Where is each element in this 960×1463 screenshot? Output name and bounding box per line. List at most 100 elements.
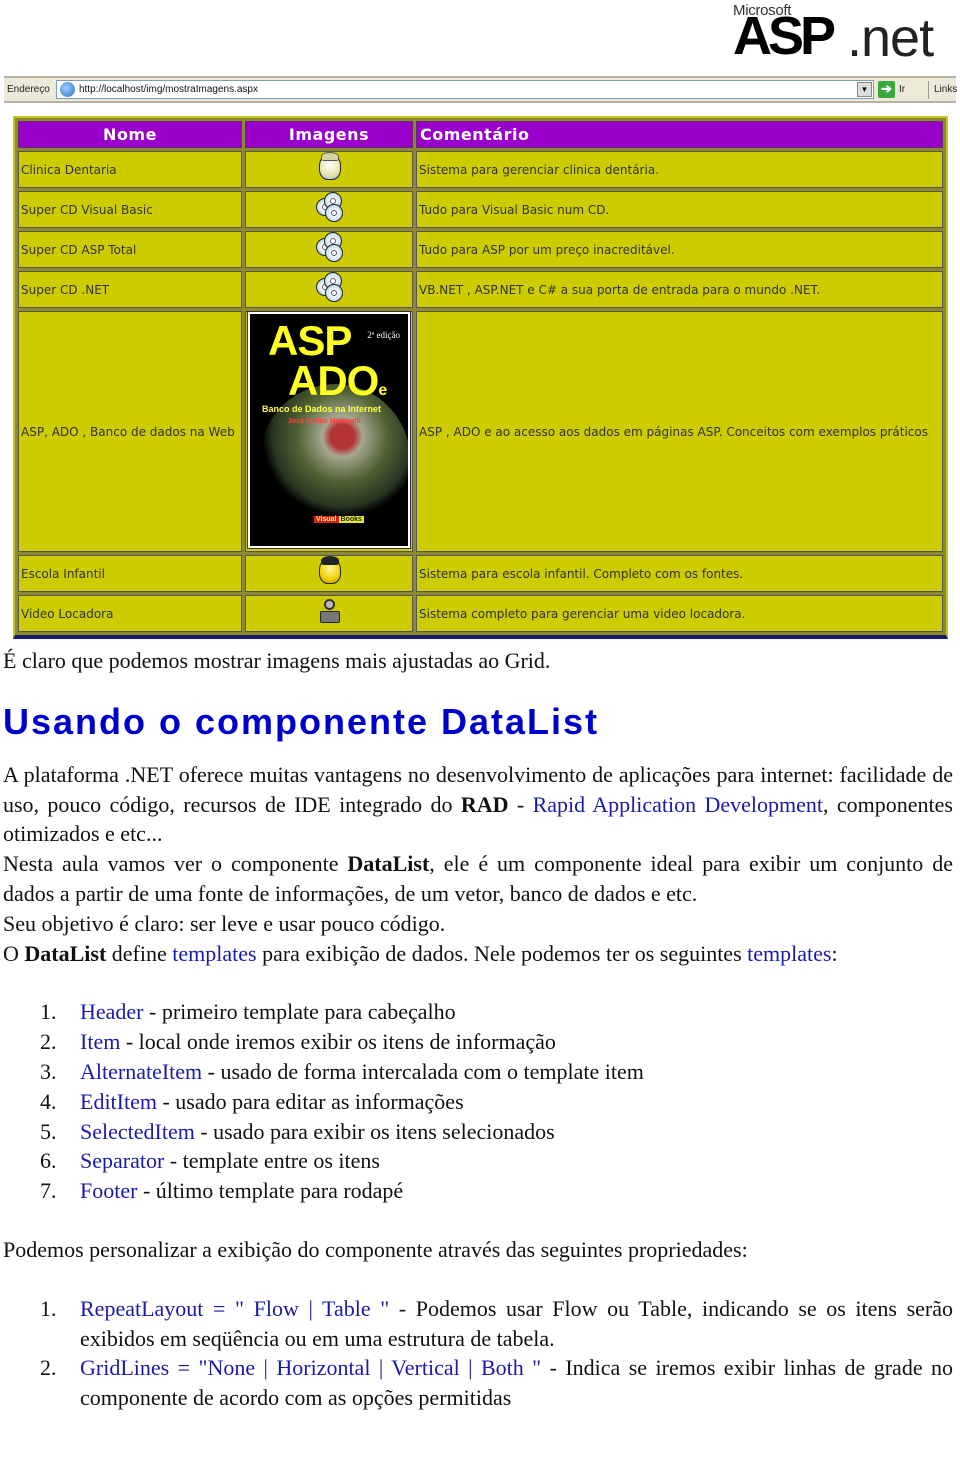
- cell-comentario: VB.NET , ASP.NET e C# a sua porta de ent…: [416, 271, 943, 308]
- paragraph-datalist-intro: Nesta aula vamos ver o componente DataLi…: [3, 849, 953, 909]
- list-number: 2.: [40, 1355, 57, 1381]
- list-number: 1.: [40, 1295, 57, 1321]
- cell-nome: Super CD ASP Total: [18, 231, 242, 268]
- products-datagrid: Nome Imagens Comentário Clinica Dentaria…: [13, 116, 948, 639]
- cell-comentario: Sistema completo para gerenciar uma vide…: [416, 595, 943, 632]
- list-item: 5. SelectedItem - usado para exibir os it…: [40, 1117, 953, 1147]
- cell-comentario: ASP , ADO e ao acesso aos dados em págin…: [416, 311, 943, 552]
- paragraph-objective: Seu objetivo é claro: ser leve e usar po…: [3, 910, 446, 936]
- header-comentario: Comentário: [416, 121, 943, 148]
- template-link[interactable]: AlternateItem: [80, 1059, 202, 1084]
- text: -: [508, 791, 533, 817]
- school-kid-icon: [312, 556, 346, 588]
- cell-imagem: [245, 555, 413, 592]
- intro-paragraph: É claro que podemos mostrar imagens mais…: [3, 648, 551, 673]
- template-link[interactable]: Header: [80, 999, 144, 1024]
- cell-imagem: [245, 231, 413, 268]
- book-edition: 2ª edição: [367, 330, 400, 340]
- list-item: 2. GridLines = "None | Horizontal | Verti…: [40, 1353, 953, 1413]
- template-link[interactable]: Separator: [80, 1148, 164, 1173]
- book-cover-image: ASP 2ª edição ADOe Banco de Dados na Int…: [247, 311, 411, 549]
- bold-datalist: DataList: [347, 851, 430, 877]
- cd-stack-icon: [312, 272, 346, 304]
- publisher-part-2: Books: [338, 516, 364, 523]
- property-link[interactable]: RepeatLayout = " Flow | Table ": [80, 1296, 389, 1321]
- toolbar-separator: [928, 81, 929, 99]
- cell-imagem: ASP 2ª edição ADOe Banco de Dados na Int…: [245, 311, 413, 552]
- template-desc: - primeiro template para cabeçalho: [143, 999, 456, 1025]
- cell-comentario: Tudo para ASP por um preço inacreditável…: [416, 231, 943, 268]
- table-row: Super CD Visual Basic Tudo para Visual B…: [18, 191, 943, 228]
- template-desc: - usado para exibir os itens selecionado…: [194, 1118, 555, 1144]
- cell-imagem: [245, 191, 413, 228]
- table-row: Super CD ASP Total Tudo para ASP por um …: [18, 231, 943, 268]
- address-label: Endereço: [7, 84, 50, 95]
- cd-stack-icon: [312, 232, 346, 264]
- paragraph-properties: Podemos personalizar a exibição do compo…: [3, 1236, 748, 1262]
- header-imagens: Imagens: [245, 121, 413, 148]
- list-number: 5.: [40, 1118, 57, 1144]
- link-templates[interactable]: templates: [172, 941, 256, 966]
- table-row: Clinica Dentaria Sistema para gerenciar …: [18, 151, 943, 188]
- list-item: 2. Item - local onde iremos exibir os ite…: [40, 1027, 953, 1057]
- book-title-conj: e: [378, 382, 387, 399]
- cell-imagem: [245, 271, 413, 308]
- list-number: 2.: [40, 1029, 57, 1055]
- properties-list: 1. RepeatLayout = " Flow | Table " - Pode…: [40, 1294, 953, 1413]
- link-rapid-application-development[interactable]: Rapid Application Development: [533, 792, 823, 817]
- property-link[interactable]: GridLines = "None | Horizontal | Vertica…: [80, 1355, 541, 1380]
- list-item: 4. EditItem - usado para editar as inform…: [40, 1087, 953, 1117]
- book-title-line1: ASP: [268, 317, 352, 364]
- go-button-label[interactable]: Ir: [899, 84, 905, 95]
- template-link[interactable]: SelectedItem: [80, 1119, 195, 1144]
- list-number: 1.: [40, 999, 57, 1025]
- template-desc: - último template para rodapé: [137, 1178, 404, 1204]
- list-number: 7.: [40, 1178, 57, 1204]
- go-arrow-icon[interactable]: ➔: [878, 81, 895, 98]
- cell-comentario: Tudo para Visual Basic num CD.: [416, 191, 943, 228]
- cell-comentario: Sistema para escola infantil. Completo c…: [416, 555, 943, 592]
- address-url[interactable]: http://localhost/img/mostraImagens.aspx: [79, 84, 258, 95]
- template-desc: - template entre os itens: [164, 1148, 380, 1174]
- header-nome: Nome: [18, 121, 242, 148]
- cell-nome: Clinica Dentaria: [18, 151, 242, 188]
- list-number: 4.: [40, 1088, 57, 1114]
- grid-header-row: Nome Imagens Comentário: [18, 121, 943, 148]
- list-item: 1. Header - primeiro template para cabeça…: [40, 997, 953, 1027]
- template-desc: - usado para editar as informações: [156, 1088, 464, 1114]
- text: O: [3, 940, 25, 966]
- list-number: 3.: [40, 1058, 57, 1084]
- book-author: José Carlos Macoratti: [288, 418, 361, 425]
- template-link[interactable]: EditItem: [80, 1089, 157, 1114]
- logo-asp-text: ASP: [733, 6, 836, 66]
- cell-nome: ASP, ADO , Banco de dados na Web: [18, 311, 242, 552]
- table-row: Escola Infantil Sistema para escola infa…: [18, 555, 943, 592]
- template-desc: - usado de forma intercalada com o templ…: [202, 1058, 644, 1084]
- template-link[interactable]: Item: [80, 1029, 120, 1054]
- section-heading: Usando o componente DataList: [3, 700, 600, 742]
- dental-cartoon-icon: [312, 152, 346, 184]
- book-title-ado: ADO: [288, 357, 379, 404]
- publisher-part-1: Visual: [314, 516, 339, 523]
- cell-imagem: [245, 151, 413, 188]
- text: define: [106, 940, 173, 966]
- paragraph-platform: A plataforma .NET oferece muitas vantage…: [3, 760, 953, 849]
- logo-net-text: .net: [847, 8, 934, 68]
- bold-rad: RAD: [460, 791, 509, 817]
- cell-nome: Super CD Visual Basic: [18, 191, 242, 228]
- address-input[interactable]: http://localhost/img/mostraImagens.aspx …: [56, 80, 874, 99]
- table-row: Super CD .NET VB.NET , ASP.NET e C# a su…: [18, 271, 943, 308]
- paragraph-templates: O DataList define templates para exibiçã…: [3, 939, 953, 969]
- cell-nome: Escola Infantil: [18, 555, 242, 592]
- cell-nome: Video Locadora: [18, 595, 242, 632]
- link-templates[interactable]: templates: [747, 941, 831, 966]
- cell-nome: Super CD .NET: [18, 271, 242, 308]
- list-item: 7. Footer - último template para rodapé: [40, 1176, 953, 1206]
- address-dropdown-icon[interactable]: ▼: [857, 82, 872, 97]
- text: Nesta aula vamos ver o componente: [3, 851, 348, 877]
- templates-list: 1. Header - primeiro template para cabeça…: [40, 997, 953, 1206]
- article-content: É claro que podemos mostrar imagens mais…: [3, 646, 953, 1413]
- template-link[interactable]: Footer: [80, 1178, 137, 1203]
- list-item: 3. AlternateItem - usado de forma interca…: [40, 1057, 953, 1087]
- links-button[interactable]: Links: [934, 84, 957, 95]
